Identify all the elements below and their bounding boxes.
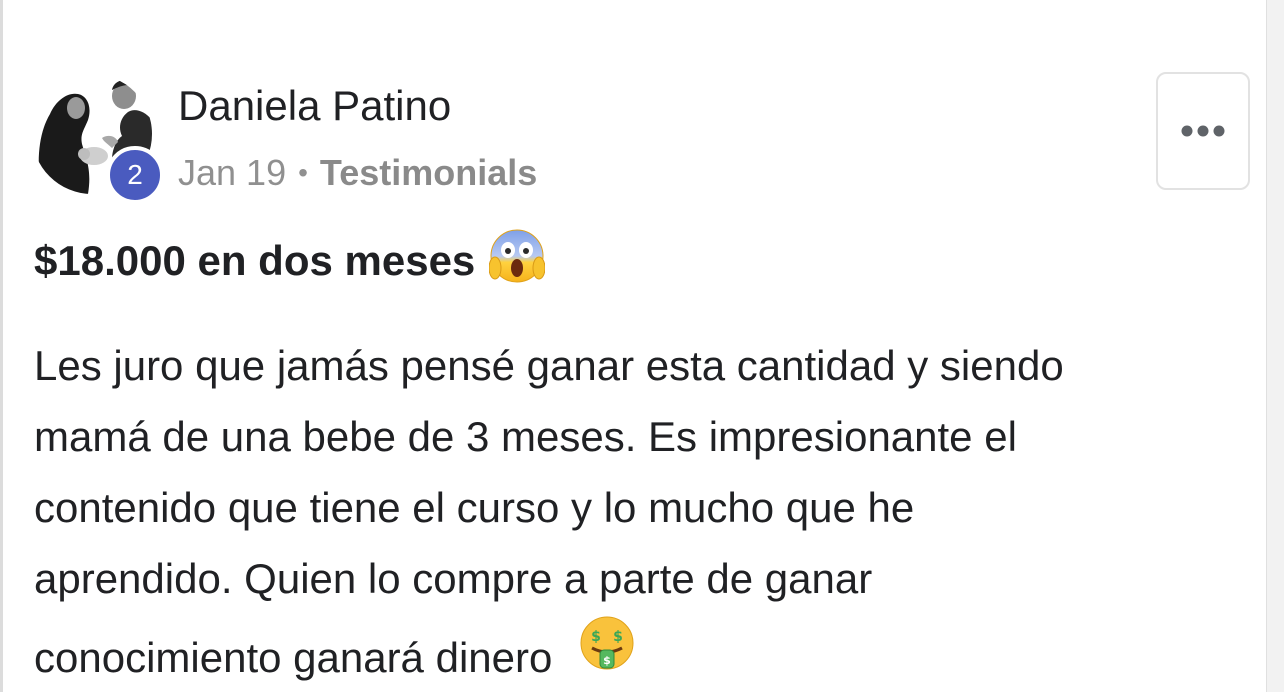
svg-text:$: $ bbox=[613, 629, 623, 645]
money-mouth-face-icon: $ $ $ bbox=[578, 614, 636, 693]
post-title-text: $18.000 en dos meses bbox=[34, 237, 476, 284]
post-body-last-line: conocimiento ganará dinero $ $ $ bbox=[34, 614, 1234, 685]
more-options-button[interactable] bbox=[1156, 72, 1250, 190]
post-meta: Jan 19 • Testimonials bbox=[178, 152, 537, 194]
face-screaming-in-fear-icon bbox=[488, 228, 546, 294]
right-scroll-edge bbox=[1266, 0, 1284, 692]
meta-separator: • bbox=[298, 157, 308, 188]
post-body: Les juro que jamás pensé ganar esta cant… bbox=[34, 330, 1234, 685]
left-border bbox=[0, 0, 3, 692]
post-date[interactable]: Jan 19 bbox=[178, 152, 286, 194]
svg-text:$: $ bbox=[603, 654, 611, 667]
post-body-line: conocimiento ganará dinero bbox=[34, 634, 553, 681]
svg-text:$: $ bbox=[591, 629, 601, 645]
author-name[interactable]: Daniela Patino bbox=[178, 82, 451, 130]
post-category[interactable]: Testimonials bbox=[320, 152, 537, 194]
post-body-line: Les juro que jamás pensé ganar esta cant… bbox=[34, 342, 1064, 389]
level-badge: 2 bbox=[106, 146, 164, 204]
more-horizontal-icon bbox=[1181, 125, 1225, 137]
post-body-line: mamá de una bebe de 3 meses. Es impresio… bbox=[34, 413, 1017, 460]
post-body-line: aprendido. Quien lo compre a parte de ga… bbox=[34, 555, 873, 602]
post-card: 2 Daniela Patino Jan 19 • Testimonials $… bbox=[0, 0, 1284, 692]
post-title: $18.000 en dos meses bbox=[34, 228, 546, 294]
post-body-line: contenido que tiene el curso y lo mucho … bbox=[34, 484, 915, 531]
